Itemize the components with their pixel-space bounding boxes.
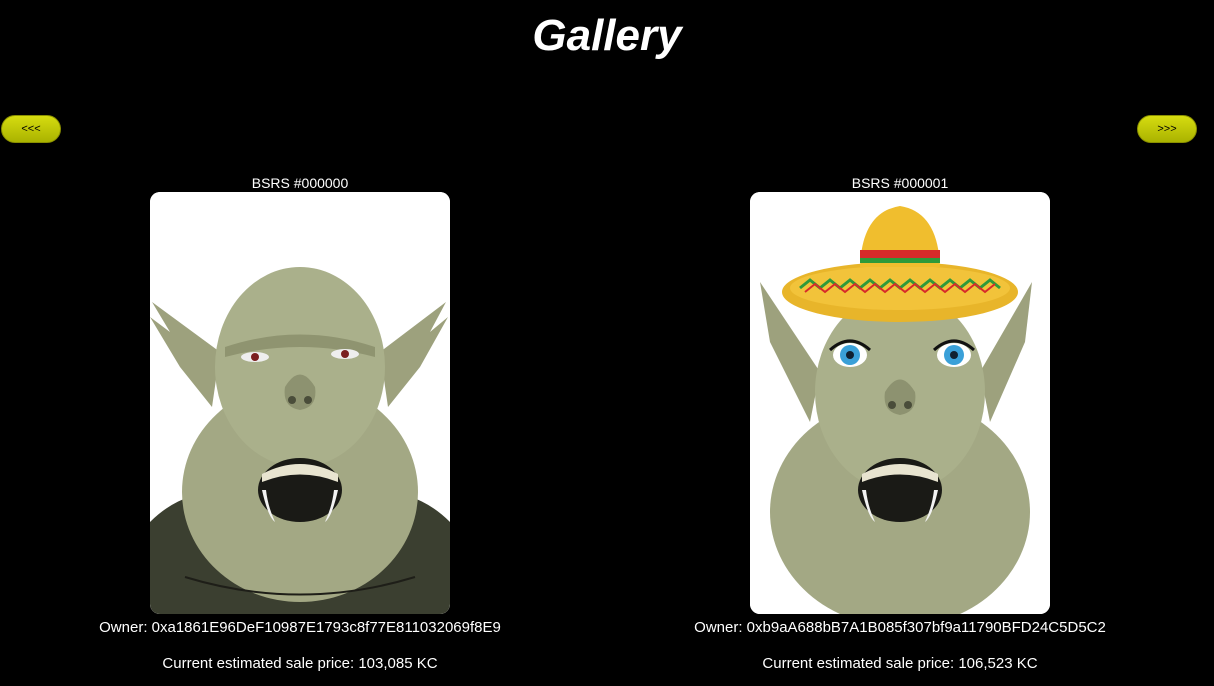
ogre-portrait-icon [150, 192, 450, 614]
card-image[interactable] [750, 192, 1050, 614]
next-page-button[interactable]: >>> [1137, 115, 1197, 143]
estimated-price: Current estimated sale price: 103,085 KC [162, 655, 438, 672]
previous-page-button[interactable]: <<< [1, 115, 61, 143]
gallery-card: BSRS #000001 Owner: 0xb9aA688bB7A1B085f3… [600, 174, 1200, 674]
owner-address: Owner: 0xb9aA688bB7A1B085f307bf9a11790BF… [694, 619, 1106, 636]
ogre-portrait-icon [750, 192, 1050, 614]
card-name: BSRS #000000 [251, 175, 349, 191]
owner-address: Owner: 0xa1861E96DeF10987E1793c8f77E8110… [99, 619, 501, 636]
gallery-page: Gallery <<< >>> BSRS #000000 Owner: 0xa1… [0, 0, 1214, 686]
page-title: Gallery [532, 11, 682, 60]
card-name: BSRS #000001 [851, 175, 949, 191]
gallery-card: BSRS #000000 Owner: 0xa1861E96DeF10987E1… [0, 174, 600, 674]
estimated-price: Current estimated sale price: 106,523 KC [762, 655, 1038, 672]
card-image[interactable] [150, 192, 450, 614]
